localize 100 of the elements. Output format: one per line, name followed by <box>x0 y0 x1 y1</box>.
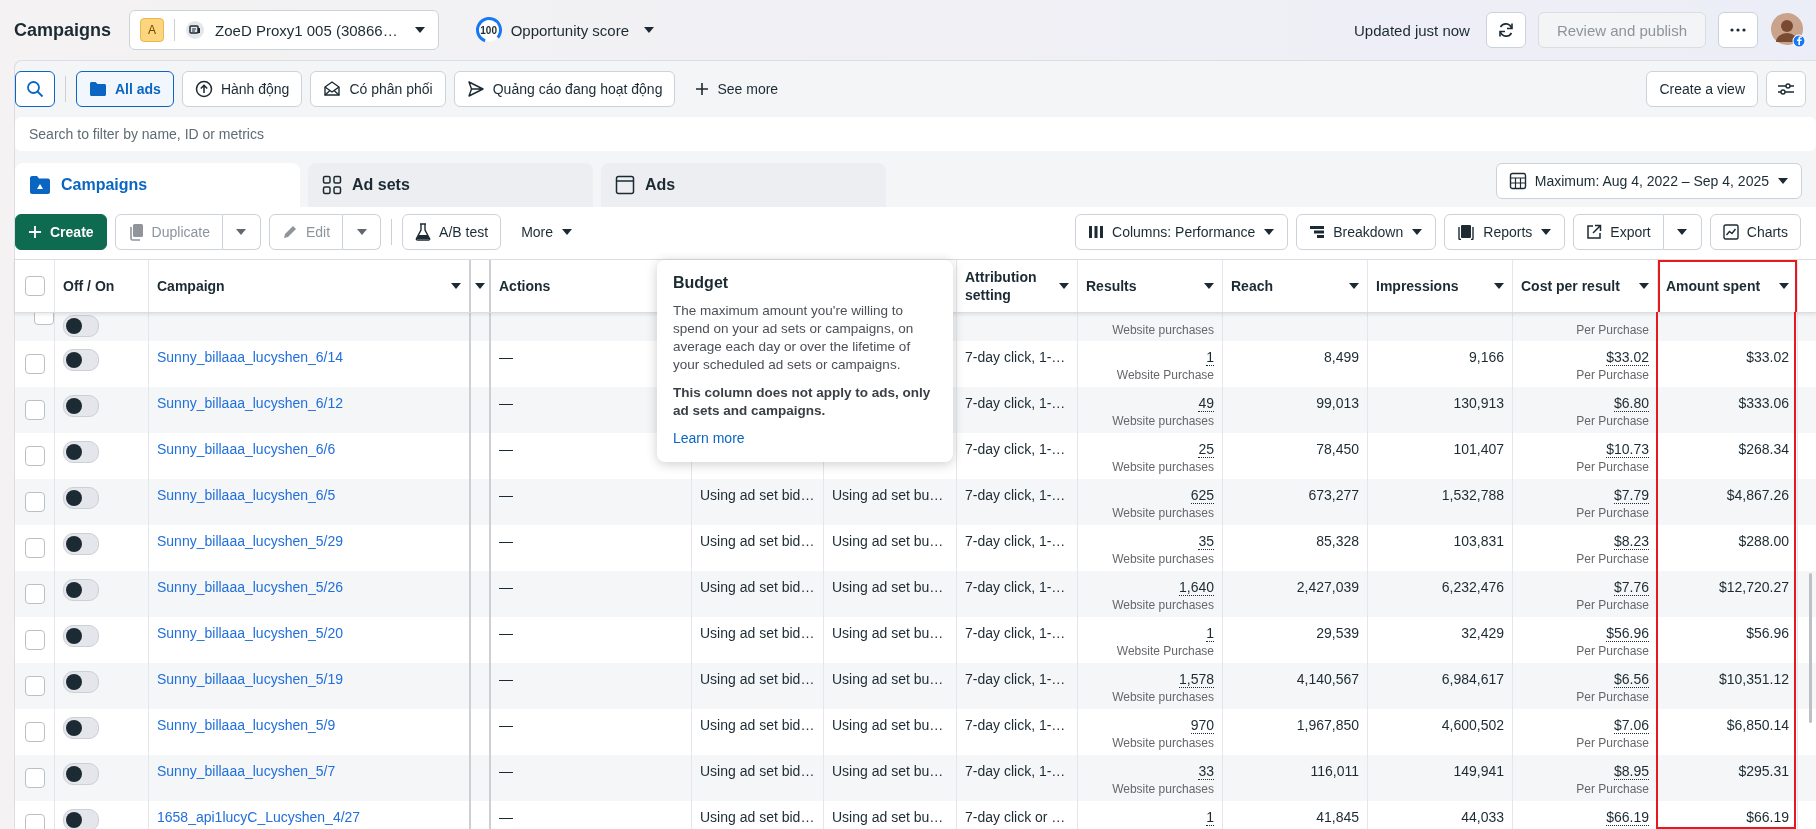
caret-icon <box>1263 228 1276 236</box>
row-checkbox[interactable] <box>24 584 45 604</box>
filter-settings-button[interactable] <box>1766 71 1806 107</box>
table-cell-text: 7-day click, 1-… <box>965 671 1067 687</box>
column-header[interactable]: Amount spent <box>1666 277 1761 295</box>
avatar[interactable] <box>1770 12 1806 48</box>
learn-more-link[interactable]: Learn more <box>673 430 745 446</box>
column-header[interactable]: Results <box>1086 277 1137 295</box>
sort-caret-icon[interactable] <box>1779 283 1789 289</box>
tab[interactable]: Ad sets <box>308 163 593 207</box>
column-header[interactable]: Attribution setting <box>965 268 1055 304</box>
table-cell: 29,539 <box>1316 625 1359 641</box>
toggle-switch[interactable] <box>63 315 99 337</box>
select-all-checkbox[interactable] <box>24 276 45 296</box>
row-checkbox[interactable] <box>24 400 45 420</box>
toggle-switch[interactable] <box>63 349 99 371</box>
table-cell: 149,941 <box>1453 763 1504 779</box>
row-checkbox[interactable] <box>24 446 45 466</box>
sort-caret-icon[interactable] <box>1349 283 1359 289</box>
cost-value: $7.76 <box>1613 579 1649 596</box>
campaign-link[interactable]: Sunny_billaaa_lucyshen_5/9 <box>157 717 461 733</box>
table-cell: 44,033 <box>1461 809 1504 825</box>
campaign-link[interactable]: Sunny_billaaa_lucyshen_5/7 <box>157 763 461 779</box>
export-button[interactable]: Export <box>1573 214 1664 250</box>
toggle-switch[interactable] <box>63 441 99 463</box>
create-button[interactable]: Create <box>15 214 107 250</box>
result-type: Website purchases <box>1112 690 1214 704</box>
row-checkbox[interactable] <box>24 492 45 512</box>
column-header[interactable]: Actions <box>499 277 551 295</box>
row-checkbox[interactable] <box>24 538 45 558</box>
filter-chip[interactable]: Có phân phối <box>310 71 446 107</box>
campaign-link[interactable]: Sunny_billaaa_lucyshen_5/29 <box>157 533 461 549</box>
dropdown-button[interactable] <box>1663 214 1702 250</box>
sort-caret-icon[interactable] <box>475 283 485 289</box>
charts-button[interactable]: Charts <box>1709 214 1801 250</box>
column-header[interactable]: Off / On <box>63 277 115 295</box>
sort-caret-icon[interactable] <box>1639 283 1649 289</box>
toggle-switch[interactable] <box>63 625 99 647</box>
toggle-switch[interactable] <box>63 579 99 601</box>
more-icon <box>1730 28 1746 32</box>
campaign-link[interactable]: Sunny_billaaa_lucyshen_5/26 <box>157 579 461 595</box>
table-cell: 9,166 <box>1468 349 1504 365</box>
more-button[interactable]: More <box>509 214 586 250</box>
toggle-switch[interactable] <box>63 395 99 417</box>
results-value: 625 <box>1190 487 1214 504</box>
sort-caret-icon[interactable] <box>451 283 461 289</box>
sort-caret-icon[interactable] <box>1204 283 1214 289</box>
table-cell: $56.96 <box>1746 625 1789 641</box>
caret-icon <box>1676 228 1689 236</box>
breakdown-button[interactable]: Breakdown <box>1296 214 1437 250</box>
cost-type: Per Purchase <box>1576 690 1649 704</box>
reports-button[interactable]: Reports <box>1444 214 1566 250</box>
filter-chip[interactable]: All ads <box>76 71 174 107</box>
toggle-switch[interactable] <box>63 809 99 829</box>
table-cell: 78,450 <box>1316 441 1359 457</box>
account-selector[interactable]: A ZoeD Proxy1 005 (30866… <box>129 10 439 50</box>
column-header[interactable]: Reach <box>1231 277 1274 295</box>
row-checkbox[interactable] <box>24 676 45 696</box>
campaign-link[interactable]: Sunny_billaaa_lucyshen_5/20 <box>157 625 461 641</box>
window-icon <box>615 175 635 195</box>
row-checkbox[interactable] <box>24 814 45 829</box>
campaign-link[interactable]: 1658_api1lucyC_Lucyshen_4/27 <box>157 809 461 825</box>
toggle-switch[interactable] <box>63 487 99 509</box>
column-header[interactable]: Impressions <box>1376 277 1459 295</box>
see-more-button[interactable]: See more <box>683 71 791 107</box>
sort-caret-icon[interactable] <box>1494 283 1504 289</box>
columns-button[interactable]: Columns: Performance <box>1075 214 1289 250</box>
search-button[interactable] <box>15 71 55 107</box>
table-cell: $66.19 <box>1746 809 1789 825</box>
toggle-switch[interactable] <box>63 533 99 555</box>
tab[interactable]: Campaigns <box>15 163 300 207</box>
search-field[interactable]: Search to filter by name, ID or metrics <box>15 117 1816 151</box>
toggle-switch[interactable] <box>63 671 99 693</box>
toggle-switch[interactable] <box>63 763 99 785</box>
ab-test-button[interactable]: A/B test <box>402 214 502 250</box>
row-checkbox[interactable] <box>24 722 45 742</box>
campaign-link[interactable]: Sunny_billaaa_lucyshen_5/19 <box>157 671 461 687</box>
row-checkbox[interactable] <box>24 354 45 374</box>
page-title: Campaigns <box>14 19 112 41</box>
campaign-link[interactable]: Sunny_billaaa_lucyshen_6/6 <box>157 441 461 457</box>
row-checkbox[interactable] <box>24 768 45 788</box>
filter-chip[interactable]: Quảng cáo đang hoạt động <box>453 71 676 107</box>
date-range-button[interactable]: Maximum: Aug 4, 2022 – Sep 4, 2025 <box>1495 163 1802 199</box>
tab[interactable]: Ads <box>601 163 886 207</box>
table-cell-text: 7-day click, 1-… <box>965 763 1067 779</box>
create-view-button[interactable]: Create a view <box>1646 71 1758 107</box>
campaign-link[interactable]: Sunny_billaaa_lucyshen_6/12 <box>157 395 461 411</box>
opportunity-score-button[interactable]: 100 Opportunity score <box>468 15 662 45</box>
sort-caret-icon[interactable] <box>1059 283 1069 289</box>
export-icon <box>1586 224 1603 240</box>
refresh-button[interactable] <box>1485 12 1526 48</box>
column-header[interactable]: Campaign <box>157 277 225 295</box>
results-value: 33 <box>1198 763 1214 780</box>
filter-chip[interactable]: Hành động <box>181 71 303 107</box>
toggle-switch[interactable] <box>63 717 99 739</box>
campaign-link[interactable]: Sunny_billaaa_lucyshen_6/14 <box>157 349 461 365</box>
column-header[interactable]: Cost per result <box>1521 277 1620 295</box>
row-checkbox[interactable] <box>24 630 45 650</box>
cost-value: $8.23 <box>1613 533 1649 550</box>
campaign-link[interactable]: Sunny_billaaa_lucyshen_6/5 <box>157 487 461 503</box>
